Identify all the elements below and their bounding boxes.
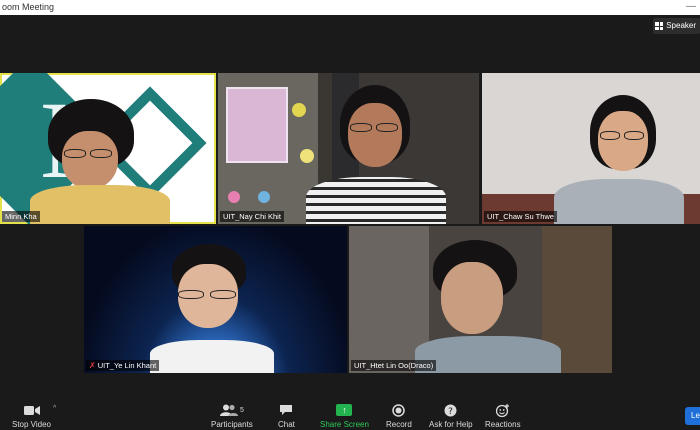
poster-image: [226, 87, 288, 163]
participant-video: [415, 240, 569, 373]
reactions-button[interactable]: Reactions: [485, 403, 521, 429]
leave-meeting-button[interactable]: Le: [685, 407, 700, 425]
participant-name-label: UIT_Nay Chi Khit: [220, 211, 284, 222]
view-toggle-button[interactable]: Speaker: [653, 18, 700, 34]
help-question-icon: ?: [444, 403, 457, 417]
window-title: oom Meeting: [2, 2, 55, 12]
ask-for-help-button[interactable]: ? Ask for Help: [429, 403, 473, 429]
participant-name-label: UIT_Chaw Su Thwe: [484, 211, 557, 222]
grid-view-icon: [655, 22, 664, 30]
share-screen-icon: ↑: [336, 404, 353, 416]
video-tile-chaw-su-thwe[interactable]: UIT_Chaw Su Thwe: [482, 73, 700, 224]
participant-name-label: ✗ UIT_Ye Lin Khant: [86, 360, 160, 371]
participants-button[interactable]: 5 Participants: [211, 403, 253, 429]
meeting-toolbar: Stop Video ^ 5 Participants Chat ↑ Share…: [0, 395, 700, 430]
video-tile-ye-lin-khant[interactable]: ✗ UIT_Ye Lin Khant: [84, 226, 347, 373]
video-options-chevron-icon[interactable]: ^: [53, 405, 56, 412]
share-screen-button[interactable]: ↑ Share Screen: [320, 403, 369, 429]
record-icon: [392, 403, 406, 417]
participant-name-label: UIT_Htet Lin Oo(Draco): [351, 360, 437, 371]
view-label: Speaker: [666, 21, 696, 30]
window-titlebar: oom Meeting —: [0, 0, 700, 15]
svg-text:?: ?: [448, 407, 453, 417]
video-tile-htet-lin-oo[interactable]: UIT_Htet Lin Oo(Draco): [349, 226, 612, 373]
record-button[interactable]: Record: [386, 403, 412, 429]
participants-count: 5: [239, 406, 244, 414]
chat-button[interactable]: Chat: [278, 403, 295, 429]
participant-video: [546, 95, 684, 224]
participant-video: [150, 244, 294, 373]
participant-video: [288, 85, 448, 224]
participant-video: [30, 99, 176, 224]
muted-mic-icon: ✗: [89, 361, 96, 370]
video-tile-nay-chi-khit[interactable]: UIT_Nay Chi Khit: [218, 73, 479, 224]
video-gallery: Speaker N Minn Kha: [0, 15, 700, 395]
participants-icon: [219, 404, 238, 416]
chat-bubble-icon: [279, 403, 293, 417]
participant-name-label: Minn Kha: [2, 211, 40, 222]
video-camera-icon: [23, 403, 40, 417]
video-tile-minn-kha[interactable]: N Minn Kha: [0, 73, 216, 224]
stop-video-button[interactable]: Stop Video: [12, 403, 51, 429]
minimize-icon[interactable]: —: [686, 0, 696, 14]
smiley-add-icon: [495, 403, 510, 417]
